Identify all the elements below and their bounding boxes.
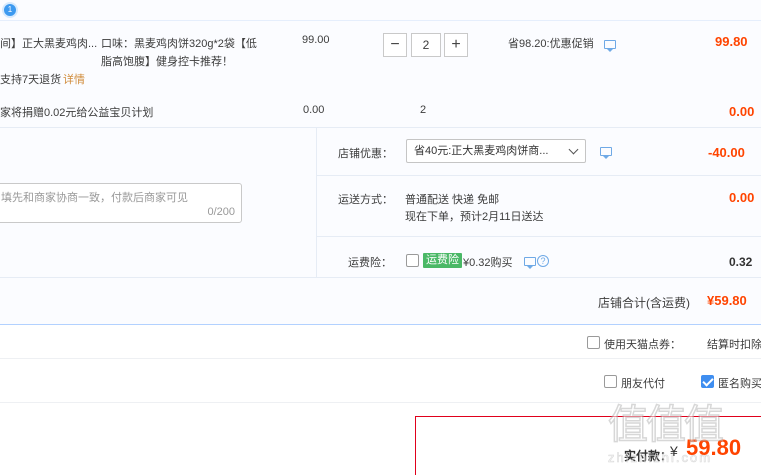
message-icon[interactable] [600,147,612,159]
seller-message-placeholder: 填先和商家协商一致，付款后商家可见 [1,192,188,204]
row-divider [0,277,761,278]
section-divider [0,358,761,359]
pay-currency: ¥ [670,443,678,459]
item-subtotal: 99.80 [715,34,748,49]
tmall-points-label: 使用天猫点券： [604,339,681,351]
seller-message-counter: 0/200 [207,206,235,218]
item-sku-line1: 口味：黑麦鸡肉饼320g*2袋【低 [101,38,257,50]
charity-qty: 2 [420,104,427,116]
tmall-points-note: 结算时扣除 [707,339,761,351]
shop-badge-icon: 1 [2,2,18,18]
item-sku-line2: 脂高饱腹】健身控卡推荐！ [101,56,233,68]
insurance-checkbox[interactable] [406,254,419,267]
item-title[interactable]: 间】正大黑麦鸡肉... [0,35,97,51]
item-unit-price: 99.00 [302,34,330,46]
chevron-down-icon [568,144,579,155]
qty-plus-button[interactable]: + [444,33,468,57]
seller-message-input[interactable]: 填先和商家协商一致，付款后商家可见 0/200 [0,183,242,223]
return-detail-link[interactable]: 详情 [63,71,85,87]
friend-pay-label: 朋友代付 [621,378,665,390]
header-divider [0,20,761,21]
insurance-tag: 运费险 [423,253,462,268]
message-icon[interactable] [604,40,616,52]
message-icon[interactable] [524,257,536,269]
shipping-method: 普通配送 快递 免邮 [405,194,500,206]
section-divider [0,127,761,128]
shipping-eta: 现在下单，预计2月11日送达 [405,211,544,223]
charity-subtotal: 0.00 [729,104,755,119]
insurance-amount: 0.32 [729,255,753,269]
return-policy: 支持7天退货 [0,74,62,86]
shop-discount-label: 店铺优惠： [338,148,393,160]
pay-label: 实付款： [624,449,673,463]
shop-discount-selected: 省40元:正大黑麦鸡肉饼商... [414,145,549,157]
shop-total-label: 店铺合计(含运费) [598,296,690,310]
insurance-price: ¥0.32购买 [463,257,513,269]
shop-total-amount: ¥59.80 [707,293,747,308]
charity-label: 家将捐赠0.02元给公益宝贝计划 [0,107,154,119]
friend-pay-checkbox[interactable] [604,375,617,388]
item-promo: 省98.20:优惠促销 [508,38,594,50]
row-divider [316,175,761,176]
qty-minus-button[interactable]: − [383,33,407,57]
shop-discount-amount: -40.00 [708,145,745,160]
shop-discount-select[interactable]: 省40元:正大黑麦鸡肉饼商... [406,139,586,163]
shipping-amount: 0.00 [729,190,755,205]
pay-amount: 59.80 [686,435,742,460]
pay-total-box: 实付款： ¥ 59.80 [415,416,761,475]
charity-price: 0.00 [303,104,325,116]
row-divider [316,236,761,237]
section-divider [0,402,761,403]
shipping-label: 运送方式： [338,194,393,206]
tmall-points-checkbox[interactable] [587,336,600,349]
anonymous-checkbox[interactable] [701,375,714,388]
qty-input[interactable]: 2 [411,33,441,57]
anonymous-label: 匿名购买 [718,378,761,390]
help-icon[interactable]: ? [537,255,549,267]
insurance-label: 运费险： [348,257,392,269]
column-divider [316,127,317,277]
